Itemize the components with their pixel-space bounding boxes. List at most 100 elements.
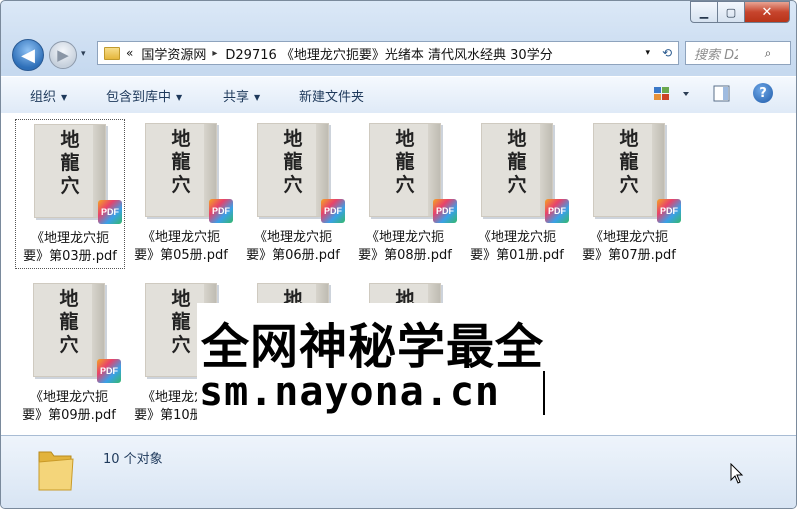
file-name: 《地理龙穴扼 要》第05册.pdf bbox=[121, 229, 241, 265]
file-item[interactable]: 地龍穴 PDF 《地理龙穴扼 要》第08册.pdf bbox=[351, 119, 459, 267]
dropdown-arrow-icon: ▼ bbox=[176, 93, 183, 102]
file-name: 《地理龙穴扼 要》第07册.pdf bbox=[569, 229, 689, 265]
forward-arrow-icon: ▶ bbox=[57, 46, 69, 64]
file-item[interactable]: 地龍穴 PDF 《地理龙穴扼 要》第07册.pdf bbox=[575, 119, 683, 267]
cover-calligraphy: 地龍穴 bbox=[482, 128, 552, 197]
help-icon: ? bbox=[759, 85, 767, 101]
cover-character: 穴 bbox=[395, 174, 415, 196]
refresh-button[interactable]: ⟲ bbox=[656, 41, 679, 65]
cover-character: 龍 bbox=[507, 151, 527, 173]
file-name-line2: 要》第05册.pdf bbox=[134, 248, 228, 263]
pdf-badge-icon: PDF bbox=[98, 200, 122, 224]
command-bar: 组织 ▼ 包含到库中 ▼ 共享 ▼ 新建文件夹 ? bbox=[1, 76, 796, 114]
cover-character: 穴 bbox=[59, 334, 79, 356]
back-arrow-icon: ◀ bbox=[21, 44, 35, 66]
search-input[interactable]: 搜索 D29... ⌕ bbox=[685, 41, 791, 65]
search-placeholder: 搜索 D29... bbox=[694, 47, 738, 63]
file-name-line1: 《地理龙穴扼 bbox=[589, 230, 668, 245]
file-item[interactable]: 地龍穴 PDF 《地理龙穴扼 要》第09册.pdf bbox=[15, 279, 123, 427]
cover-calligraphy: 地龍穴 bbox=[146, 128, 216, 197]
pdf-cover-thumbnail: 地龍穴 bbox=[257, 123, 329, 217]
pdf-cover-thumbnail: 地龍穴 bbox=[481, 123, 553, 217]
dropdown-arrow-icon: ▼ bbox=[61, 93, 68, 102]
file-name-line1: 《地理龙穴扼 bbox=[365, 230, 444, 245]
cover-character: 穴 bbox=[619, 174, 639, 196]
cover-character: 穴 bbox=[283, 174, 303, 196]
cover-character: 地 bbox=[507, 128, 527, 150]
file-name: 《地理龙穴扼 要》第06册.pdf bbox=[233, 229, 353, 265]
address-bar[interactable]: « 国学资源网 ▸ D29716 《地理龙穴扼要》光绪本 清代风水经典 30学分… bbox=[97, 41, 657, 65]
file-list-pane: 地龍穴 PDF 《地理龙穴扼 要》第03册.pdf 地龍穴 PDF 《地理龙穴扼 要》第05册… bbox=[1, 113, 796, 435]
watermark-line1: 全网神秘学最全 bbox=[201, 319, 545, 375]
breadcrumb-separator-icon[interactable]: ▸ bbox=[212, 48, 217, 59]
pdf-badge-icon: PDF bbox=[321, 199, 345, 223]
file-item[interactable]: 地龍穴 PDF 《地理龙穴扼 要》第06册.pdf bbox=[239, 119, 347, 267]
view-options-button[interactable] bbox=[653, 84, 693, 108]
new-folder-button[interactable]: 新建文件夹 bbox=[299, 86, 364, 105]
maximize-button[interactable]: ▢ bbox=[718, 1, 745, 23]
pdf-badge-icon: PDF bbox=[433, 199, 457, 223]
pdf-cover-thumbnail: 地龍穴 bbox=[33, 283, 105, 377]
cover-character: 龍 bbox=[60, 152, 80, 174]
cover-character: 龍 bbox=[395, 151, 415, 173]
cover-character: 穴 bbox=[507, 174, 527, 196]
organize-button[interactable]: 组织 ▼ bbox=[30, 86, 67, 105]
file-name-line1: 《地理龙穴扼 bbox=[253, 230, 332, 245]
file-name-line2: 要》第07册.pdf bbox=[582, 248, 676, 263]
watermark-line2: sm.nayona.cn bbox=[199, 369, 500, 415]
pdf-badge-icon: PDF bbox=[209, 199, 233, 223]
text-caret bbox=[543, 371, 545, 415]
explorer-window: ▁ ▢ ✕ ◀ ▶ ▾ « 国学资源网 ▸ D29716 《地理龙穴扼要》光绪本… bbox=[0, 0, 797, 509]
file-name-line2: 要》第09册.pdf bbox=[22, 408, 116, 423]
file-name-line1: 《地理龙穴扼 bbox=[29, 390, 108, 405]
organize-label: 组织 bbox=[30, 90, 57, 105]
cover-character: 地 bbox=[619, 128, 639, 150]
share-button[interactable]: 共享 ▼ bbox=[223, 86, 260, 105]
pdf-badge-icon: PDF bbox=[657, 199, 681, 223]
preview-pane-button[interactable] bbox=[712, 84, 732, 108]
file-item[interactable]: 地龍穴 PDF 《地理龙穴扼 要》第03册.pdf bbox=[15, 119, 125, 269]
cover-character: 龍 bbox=[59, 311, 79, 333]
window-controls: ▁ ▢ ✕ bbox=[690, 1, 790, 23]
help-button[interactable]: ? bbox=[753, 83, 773, 103]
file-name-line2: 要》第06册.pdf bbox=[246, 248, 340, 263]
file-name-line2: 要》第01册.pdf bbox=[470, 248, 564, 263]
search-icon: ⌕ bbox=[764, 45, 772, 60]
cover-calligraphy: 地龍穴 bbox=[258, 128, 328, 197]
file-name: 《地理龙穴扼 要》第03册.pdf bbox=[10, 230, 130, 266]
new-folder-label: 新建文件夹 bbox=[299, 90, 365, 105]
cover-calligraphy: 地龍穴 bbox=[34, 288, 104, 357]
cover-character: 龍 bbox=[283, 151, 303, 173]
cover-character: 地 bbox=[395, 128, 415, 150]
mouse-cursor-icon bbox=[730, 462, 744, 490]
cover-calligraphy: 地龍穴 bbox=[370, 128, 440, 197]
recent-pages-dropdown[interactable]: ▾ bbox=[81, 49, 86, 59]
folder-large-icon bbox=[38, 451, 74, 491]
file-item[interactable]: 地龍穴 PDF 《地理龙穴扼 要》第01册.pdf bbox=[463, 119, 571, 267]
pdf-badge-icon: PDF bbox=[545, 199, 569, 223]
pdf-badge-icon: PDF bbox=[97, 359, 121, 383]
file-name-line1: 《地理龙穴扼 bbox=[141, 230, 220, 245]
include-in-library-button[interactable]: 包含到库中 ▼ bbox=[106, 86, 182, 105]
cover-calligraphy: 地龍穴 bbox=[594, 128, 664, 197]
folder-icon bbox=[104, 46, 120, 60]
pdf-cover-thumbnail: 地龍穴 bbox=[34, 124, 106, 218]
file-item[interactable]: 地龍穴 PDF 《地理龙穴扼 要》第05册.pdf bbox=[127, 119, 235, 267]
file-name-line1: 《地理龙穴扼 bbox=[30, 231, 109, 246]
cover-character: 地 bbox=[171, 128, 191, 150]
cover-character: 龍 bbox=[171, 151, 191, 173]
breadcrumb-overflow[interactable]: « bbox=[126, 46, 133, 60]
breadcrumb-item-current[interactable]: D29716 《地理龙穴扼要》光绪本 清代风水经典 30学分 bbox=[225, 44, 552, 63]
details-pane: 10 个对象 bbox=[1, 435, 796, 508]
address-dropdown-icon[interactable]: ▾ bbox=[645, 48, 650, 58]
back-button[interactable]: ◀ bbox=[12, 39, 44, 71]
minimize-button[interactable]: ▁ bbox=[690, 1, 718, 23]
breadcrumb-item[interactable]: 国学资源网 bbox=[141, 44, 206, 63]
cover-character: 地 bbox=[283, 128, 303, 150]
item-count: 10 个对象 bbox=[103, 452, 163, 467]
cover-character: 地 bbox=[60, 129, 80, 151]
cover-character: 穴 bbox=[171, 174, 191, 196]
close-button[interactable]: ✕ bbox=[745, 1, 790, 23]
forward-button[interactable]: ▶ bbox=[49, 41, 77, 69]
share-label: 共享 bbox=[223, 90, 250, 105]
